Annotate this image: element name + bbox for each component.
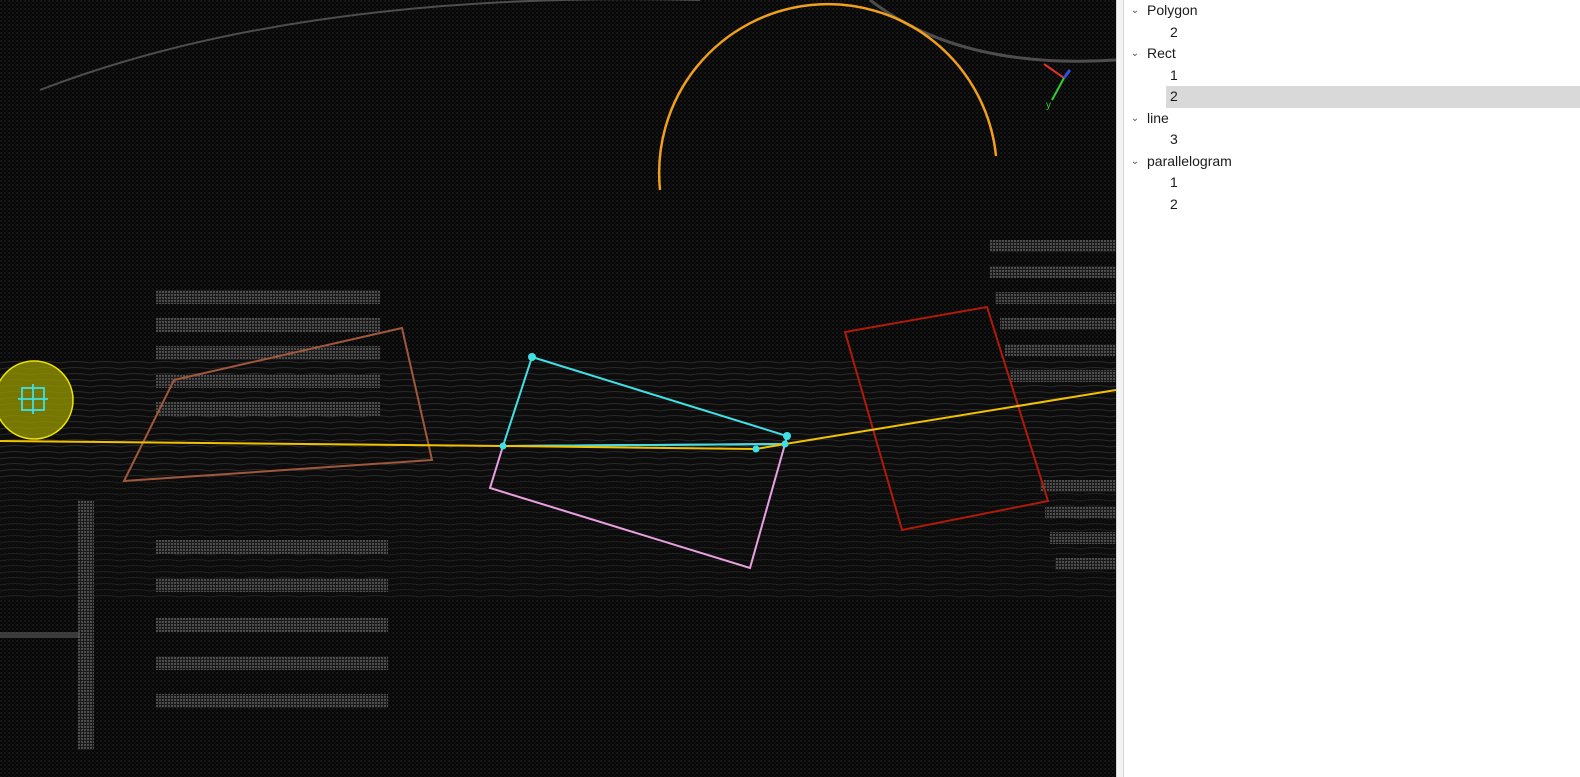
handle-vertex <box>781 440 789 448</box>
handle-vertex <box>783 432 791 440</box>
tree-item-label: 1 <box>1170 66 1178 83</box>
tree-item-polygon-2[interactable]: 2 <box>1124 22 1580 44</box>
tree-item-parallelogram-2[interactable]: 2 <box>1124 194 1580 216</box>
tree-item-rect-2[interactable]: 2 <box>1166 86 1580 108</box>
chevron-down-icon[interactable]: ⌄ <box>1128 0 1142 22</box>
handle-vertex <box>752 445 760 453</box>
chevron-down-icon[interactable]: ⌄ <box>1128 151 1142 173</box>
tree-item-label: 2 <box>1170 88 1178 104</box>
annotation-tree[interactable]: ⌄ Polygon 2 ⌄ Rect 1 2 ⌄ line 3 ⌄ parall… <box>1124 0 1580 777</box>
annotation-canvas[interactable]: y <box>0 0 1116 777</box>
tree-item-label: 1 <box>1170 174 1178 190</box>
tree-item-line-3[interactable]: 3 <box>1124 129 1580 151</box>
handle-vertex <box>499 442 507 450</box>
tree-group-rect[interactable]: ⌄ Rect <box>1124 43 1580 65</box>
axis-y-label: y <box>1046 100 1051 111</box>
handle-vertex <box>528 353 536 361</box>
tree-item-label: 2 <box>1170 195 1178 212</box>
tree-item-rect-1[interactable]: 1 <box>1124 65 1580 87</box>
tree-item-label: 3 <box>1170 131 1178 147</box>
tree-group-line[interactable]: ⌄ line <box>1124 108 1580 130</box>
tree-group-parallelogram[interactable]: ⌄ parallelogram <box>1124 151 1580 173</box>
lane-marking-vertical <box>78 500 94 750</box>
tree-group-label: line <box>1147 109 1169 126</box>
chevron-down-icon[interactable]: ⌄ <box>1128 108 1142 130</box>
lane-marking-stub <box>0 632 80 638</box>
tree-group-label: Polygon <box>1147 2 1198 18</box>
chevron-down-icon[interactable]: ⌄ <box>1128 43 1142 65</box>
tree-item-label: 2 <box>1170 23 1178 40</box>
tree-group-label: Rect <box>1147 45 1176 61</box>
tree-group-label: parallelogram <box>1147 152 1232 169</box>
move-handle-icon[interactable] <box>0 360 74 440</box>
tree-group-polygon[interactable]: ⌄ Polygon <box>1124 0 1580 22</box>
panel-splitter[interactable] <box>1116 0 1124 777</box>
point-cloud-viewport[interactable]: y <box>0 0 1116 777</box>
tree-item-parallelogram-1[interactable]: 1 <box>1124 172 1580 194</box>
